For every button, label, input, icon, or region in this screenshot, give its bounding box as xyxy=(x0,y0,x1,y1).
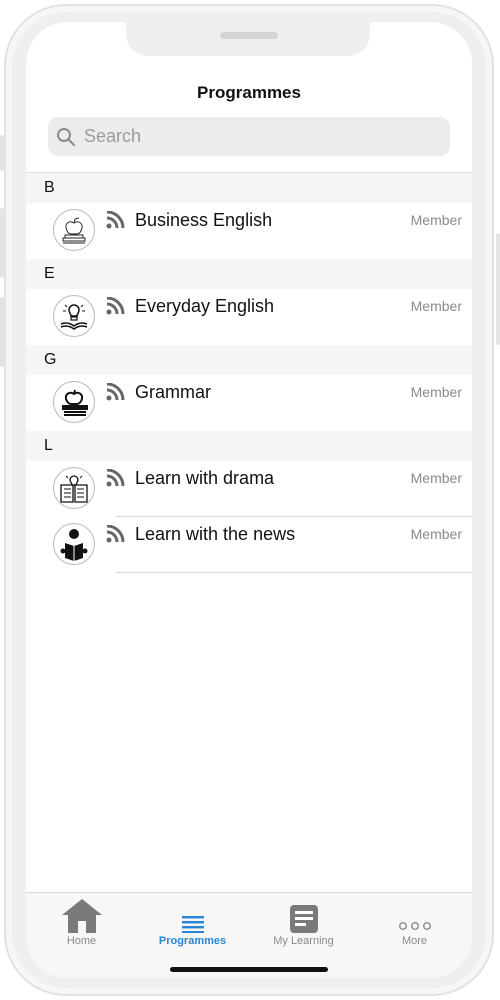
membership-badge: Member xyxy=(410,470,462,486)
list-item-learn-with-the-news[interactable]: Learn with the news Member xyxy=(26,517,472,573)
list-item-grammar[interactable]: Grammar Member xyxy=(26,375,472,431)
search-icon xyxy=(57,127,75,146)
programme-name: Learn with the news xyxy=(135,524,296,544)
rss-icon xyxy=(106,525,125,543)
apple-books-outline-icon xyxy=(53,209,95,251)
apple-books-solid-icon xyxy=(53,381,95,423)
section-header-b: B xyxy=(26,173,472,203)
tab-programmes[interactable]: Programmes xyxy=(137,893,248,947)
home-indicator[interactable] xyxy=(170,967,328,972)
tab-bar: Home Programmes My Learning More xyxy=(26,892,472,978)
mute-switch xyxy=(0,135,4,171)
tab-label: More xyxy=(401,935,428,947)
page-title: Programmes xyxy=(197,83,301,102)
tab-home[interactable]: Home xyxy=(26,893,137,947)
notch xyxy=(126,22,370,56)
membership-badge: Member xyxy=(410,298,462,314)
home-icon xyxy=(61,899,102,933)
programme-name: Grammar xyxy=(135,382,211,402)
membership-badge: Member xyxy=(410,526,462,542)
rss-icon xyxy=(106,297,125,315)
tab-my-learning[interactable]: My Learning xyxy=(248,893,359,947)
tab-more[interactable]: More xyxy=(359,893,470,947)
membership-badge: Member xyxy=(410,212,462,228)
programme-name: Everyday English xyxy=(135,296,275,316)
tab-label: Home xyxy=(66,935,97,947)
search-bar[interactable] xyxy=(48,117,450,156)
row-divider xyxy=(116,572,472,573)
volume-down-button xyxy=(0,297,4,367)
membership-badge: Member xyxy=(410,384,462,400)
programme-name: Learn with drama xyxy=(135,468,275,488)
tab-label: My Learning xyxy=(273,935,334,947)
section-header-e: E xyxy=(26,259,472,289)
rss-icon xyxy=(106,211,125,229)
section-header-g: G xyxy=(26,345,472,375)
list-item-everyday-english[interactable]: Everyday English Member xyxy=(26,289,472,345)
tab-label: Programmes xyxy=(158,935,227,947)
search-input[interactable] xyxy=(82,125,426,148)
document-icon xyxy=(289,905,318,933)
programme-name: Business English xyxy=(135,210,273,230)
rss-icon xyxy=(106,383,125,401)
screen: Programmes B Business English Member E E… xyxy=(26,22,472,978)
section-header-l: L xyxy=(26,431,472,461)
rss-icon xyxy=(106,469,125,487)
list-item-learn-with-drama[interactable]: Learn with drama Member xyxy=(26,461,472,517)
power-button xyxy=(496,233,500,345)
speaker xyxy=(220,32,278,39)
more-dots-icon xyxy=(398,922,431,930)
lightbulb-open-book-icon xyxy=(53,467,95,509)
programme-list: B Business English Member E Everyday Eng… xyxy=(26,172,472,573)
lightbulb-book-icon xyxy=(53,295,95,337)
list-icon xyxy=(181,916,204,933)
person-reading-icon xyxy=(53,523,95,565)
volume-up-button xyxy=(0,208,4,278)
list-item-business-english[interactable]: Business English Member xyxy=(26,203,472,259)
